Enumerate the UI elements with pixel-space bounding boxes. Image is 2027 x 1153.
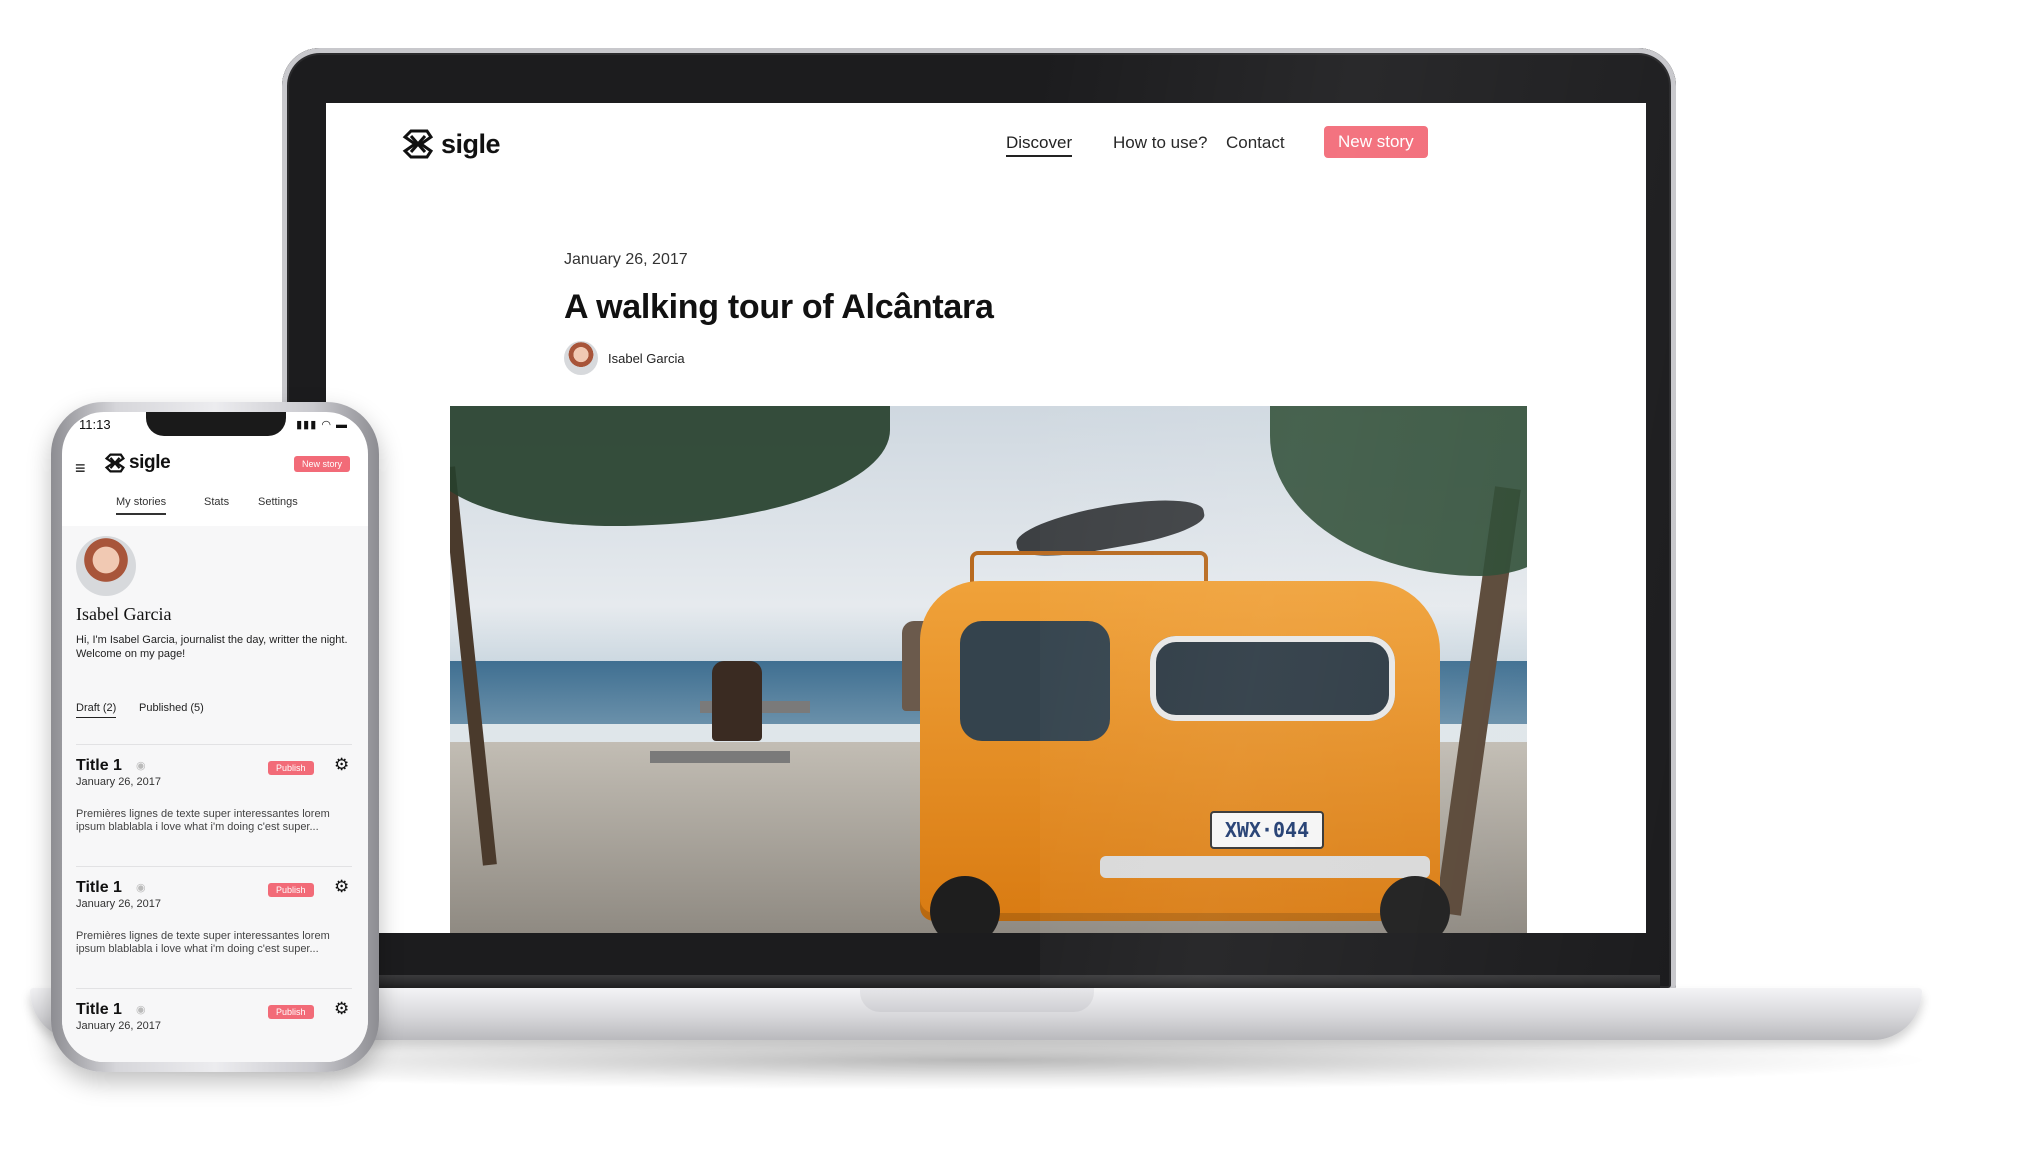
publish-button[interactable]: Publish	[268, 883, 314, 897]
hero-tree-right	[1270, 406, 1527, 576]
main-nav: Discover How to use? Contact New story	[826, 103, 1646, 187]
mobile-tabs: My stories Stats Settings	[62, 496, 368, 526]
site-logo[interactable]: sigle	[401, 127, 501, 161]
profile-bio-line: Hi, I'm Isabel Garcia, journalist the da…	[76, 634, 348, 646]
tab-stats[interactable]: Stats	[204, 496, 229, 508]
tab-my-stories[interactable]: My stories	[116, 496, 167, 515]
gear-icon[interactable]: ⚙	[334, 877, 349, 897]
gear-icon[interactable]: ⚙	[334, 755, 349, 775]
eye-icon[interactable]: ◉	[136, 759, 146, 772]
status-time: 11:13	[79, 417, 111, 432]
nav-discover[interactable]: Discover	[1006, 133, 1073, 157]
article-hero-image: XWX·044	[450, 406, 1527, 933]
hero-bench	[650, 751, 790, 763]
nav-how-to-use[interactable]: How to use?	[1113, 133, 1208, 153]
mobile-logo-text: sigle	[129, 452, 171, 473]
nav-contact[interactable]: Contact	[1226, 133, 1285, 153]
author-name: Isabel Garcia	[608, 350, 685, 366]
eye-icon[interactable]: ◉	[136, 1003, 146, 1016]
story-date: January 26, 2017	[76, 776, 162, 788]
gear-icon[interactable]: ⚙	[334, 999, 349, 1019]
story-title: Title 1	[76, 1001, 122, 1018]
profile-name: Isabel Garcia	[76, 604, 172, 624]
publish-button[interactable]: Publish	[268, 1005, 314, 1019]
tab-settings[interactable]: Settings	[258, 496, 298, 508]
story-card[interactable]: Title 1 ◉ January 26, 2017 Publish ⚙ Pre…	[76, 866, 352, 959]
article-date: January 26, 2017	[564, 251, 688, 268]
profile-bio: Hi, I'm Isabel Garcia, journalist the da…	[76, 633, 356, 661]
new-story-button[interactable]: New story	[1324, 126, 1428, 158]
story-title: Title 1	[76, 757, 122, 774]
hero-van-rear-window	[1150, 636, 1395, 721]
publish-button[interactable]: Publish	[268, 761, 314, 775]
phone-screen: 11:13 ▮▮▮ ◠ ▬ ≡ sigle New story My stori…	[62, 412, 368, 1062]
laptop-notch	[860, 988, 1094, 1012]
mobile-new-story-button[interactable]: New story	[293, 456, 350, 472]
story-date: January 26, 2017	[76, 1020, 162, 1032]
profile-avatar[interactable]	[76, 536, 136, 596]
story-card[interactable]: Title 1 ◉ January 26, 2017 Publish ⚙	[76, 988, 352, 1049]
laptop-screen: sigle Discover How to use? Contact New s…	[326, 103, 1646, 933]
sigle-logo-icon	[402, 129, 434, 159]
sigle-logo-icon	[104, 453, 125, 473]
article-title: A walking tour of Alcântara	[564, 288, 994, 326]
status-icons: ▮▮▮ ◠ ▬	[296, 419, 348, 431]
profile-bio-line: Welcome on my page!	[76, 648, 186, 660]
story-card[interactable]: Title 1 ◉ January 26, 2017 Publish ⚙ Pre…	[76, 744, 352, 837]
story-excerpt: Premières lignes de texte super interess…	[76, 808, 330, 833]
subtab-draft[interactable]: Draft (2)	[76, 702, 117, 718]
story-excerpt: Premières lignes de texte super interess…	[76, 930, 330, 955]
eye-icon[interactable]: ◉	[136, 881, 146, 894]
mobile-profile-body: Isabel Garcia Hi, I'm Isabel Garcia, jou…	[62, 526, 368, 1062]
author-avatar	[564, 341, 598, 375]
article-author[interactable]: Isabel Garcia	[564, 341, 685, 375]
hero-van-side-window	[960, 621, 1110, 741]
hamburger-menu-icon[interactable]: ≡	[75, 458, 86, 479]
site-logo-text: sigle	[441, 128, 501, 159]
hero-tree-left	[450, 406, 890, 526]
mobile-logo[interactable]: sigle	[104, 452, 171, 474]
hero-van: XWX·044	[920, 581, 1440, 921]
phone-notch	[146, 412, 286, 436]
subtab-published[interactable]: Published (5)	[139, 702, 204, 714]
hero-van-bumper	[1100, 856, 1430, 878]
hero-van-plate: XWX·044	[1210, 811, 1324, 849]
hero-person-sitting	[712, 661, 762, 741]
story-date: January 26, 2017	[76, 898, 162, 910]
story-title: Title 1	[76, 879, 122, 896]
